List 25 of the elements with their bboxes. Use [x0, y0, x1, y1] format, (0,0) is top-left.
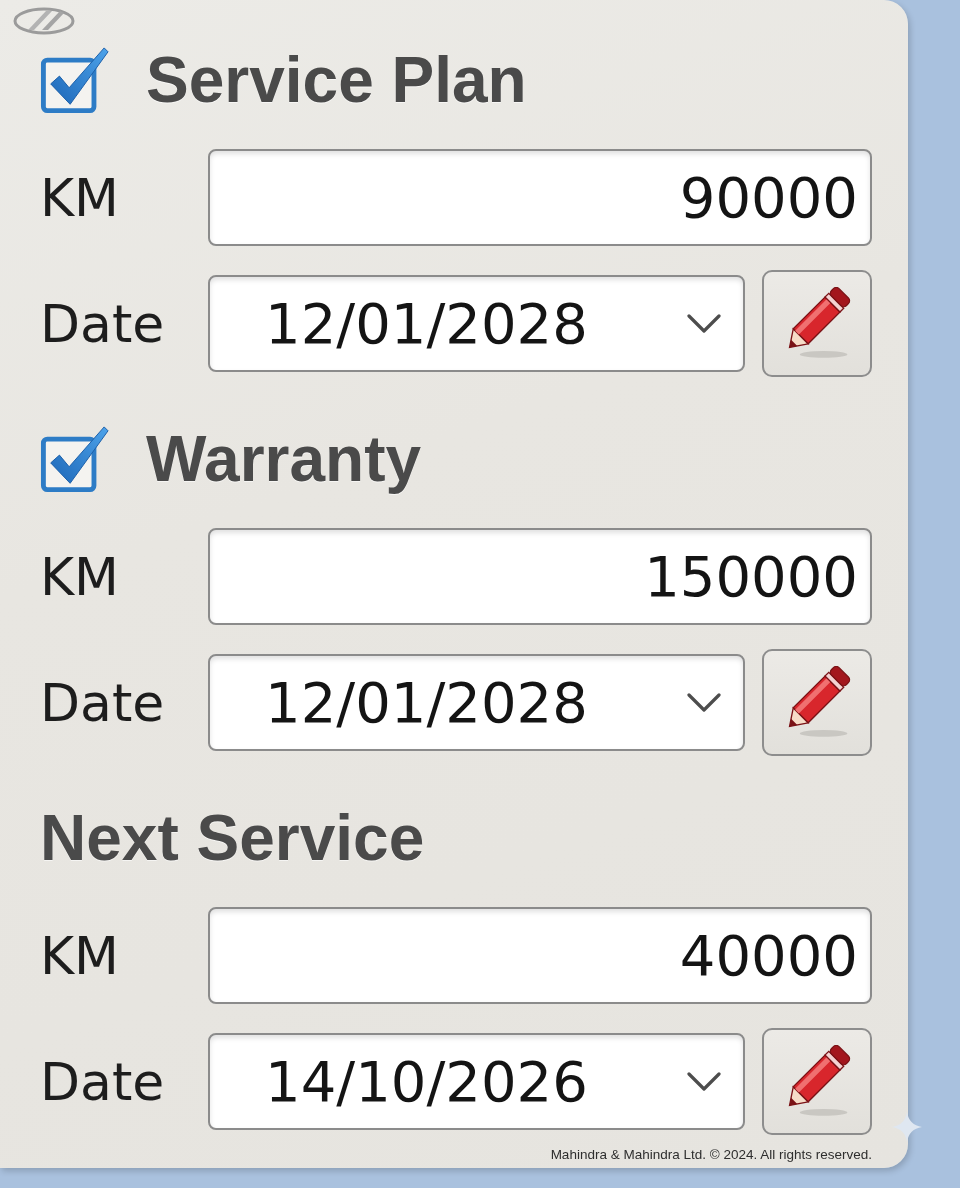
- field-label: KM: [40, 929, 119, 982]
- number-input[interactable]: 40000: [208, 907, 872, 1004]
- edit-button[interactable]: [762, 1028, 872, 1135]
- checkbox[interactable]: [40, 424, 110, 494]
- chevron-down-icon: [687, 693, 721, 712]
- logo-icon: [12, 6, 76, 36]
- number-input[interactable]: 90000: [208, 149, 872, 246]
- chevron-down-icon: [687, 314, 721, 333]
- edit-button[interactable]: [762, 270, 872, 377]
- section-heading: Next Service: [40, 806, 425, 870]
- field-label: Date: [40, 1055, 165, 1108]
- field-label: KM: [40, 171, 119, 224]
- field-label: Date: [40, 297, 165, 350]
- copyright-text: Mahindra & Mahindra Ltd. © 2024. All rights reserved.: [550, 1147, 872, 1162]
- sparkle-icon: [892, 1112, 922, 1142]
- chevron-down-icon: [687, 1072, 721, 1091]
- field-label: Date: [40, 676, 165, 729]
- section-heading: Service Plan: [146, 48, 527, 112]
- checkbox[interactable]: [40, 45, 110, 115]
- edit-button[interactable]: [762, 649, 872, 756]
- date-dropdown[interactable]: 12/01/2028: [208, 654, 745, 751]
- number-input[interactable]: 150000: [208, 528, 872, 625]
- date-dropdown[interactable]: 14/10/2026: [208, 1033, 745, 1130]
- field-label: KM: [40, 550, 119, 603]
- date-dropdown[interactable]: 12/01/2028: [208, 275, 745, 372]
